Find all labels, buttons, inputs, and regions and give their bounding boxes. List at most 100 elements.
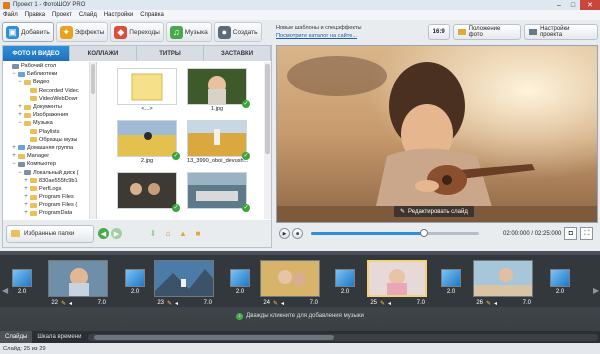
photo-position-button[interactable]: Положение фото (452, 24, 522, 40)
expand-icon[interactable]: + (11, 145, 17, 151)
forward-icon[interactable]: ▶ (111, 228, 122, 239)
expand-icon[interactable]: + (23, 210, 29, 216)
expand-icon[interactable]: + (23, 202, 29, 208)
slide-preview[interactable]: ✎ Редактировать слайд (276, 45, 598, 223)
menu-item-2[interactable]: Проект (52, 12, 72, 18)
scroll-left-icon[interactable]: ◀ (2, 286, 8, 296)
timeline-slide[interactable]: 25 ✎ ◂ 7.0 (367, 260, 427, 308)
collapse-icon[interactable]: − (17, 79, 23, 85)
minimize-icon[interactable]: – (552, 0, 566, 10)
tree-item[interactable]: VideoWebDowr (3, 95, 96, 103)
tool-tab-4[interactable]: ● Создать (213, 22, 262, 42)
tree-item[interactable]: + Manager (3, 152, 96, 160)
edit-icon[interactable]: ✎ (486, 300, 491, 307)
add-down-icon[interactable]: ⬇ (148, 229, 158, 239)
tool-tab-1[interactable]: ✦ Эффекты (55, 22, 109, 42)
tree-item[interactable]: + Program Files (3, 193, 96, 201)
menu-item-5[interactable]: Справка (140, 12, 164, 18)
menu-item-1[interactable]: Правка (25, 12, 45, 18)
edit-slide-button[interactable]: ✎ Редактировать слайд (394, 206, 474, 217)
file-thumb[interactable]: ✓ (187, 172, 250, 218)
edit-icon[interactable]: ✎ (61, 300, 66, 307)
menu-item-3[interactable]: Слайд (79, 12, 97, 18)
catalog-link[interactable]: Посмотрите каталог на сайте... (276, 32, 424, 40)
snapshot-icon[interactable]: ◘ (564, 227, 578, 240)
home-icon[interactable]: ⌂ (163, 229, 173, 239)
collapse-icon[interactable]: − (17, 120, 23, 126)
play-icon[interactable]: ▶ (279, 228, 290, 239)
menu-item-0[interactable]: Файл (3, 12, 18, 18)
tree-item[interactable]: − Музыка (3, 119, 96, 127)
transition-block[interactable]: 2.0 (12, 269, 32, 299)
tree-item[interactable]: + Изображения (3, 111, 96, 119)
playback-track[interactable] (311, 229, 479, 237)
tree-item[interactable]: − Видео (3, 78, 96, 86)
collapse-icon[interactable]: − (11, 161, 17, 167)
expand-icon[interactable]: + (23, 178, 29, 184)
edit-icon[interactable]: ✎ (167, 300, 172, 307)
expand-icon[interactable]: + (23, 194, 29, 200)
timeline-slide[interactable]: 23 ✎ ◂ 7.0 (154, 260, 214, 308)
tree-item[interactable]: − Компьютер (3, 160, 96, 168)
close-icon[interactable]: ✕ (580, 0, 600, 10)
timeline-tab-1[interactable]: Шкала времени (32, 331, 86, 343)
sound-icon[interactable]: ◂ (69, 300, 72, 307)
tool-tab-3[interactable]: ♫ Музыка (165, 22, 212, 42)
tool-tab-2[interactable]: ◆ Переходы (110, 22, 164, 42)
tree-item[interactable]: Образцы музы (3, 136, 96, 144)
expand-icon[interactable]: + (11, 153, 17, 159)
playback-knob[interactable] (419, 229, 428, 237)
file-thumb[interactable]: ✓ (117, 172, 180, 218)
folder-icon[interactable]: ■ (193, 229, 203, 239)
expand-icon[interactable]: + (23, 186, 29, 192)
maximize-icon[interactable]: □ (566, 0, 580, 10)
file-thumb[interactable]: <...> (117, 68, 177, 114)
sound-icon[interactable]: ◂ (175, 300, 178, 307)
expand-icon[interactable]: + (17, 104, 23, 110)
file-thumb[interactable]: ✓ 2.jpg (117, 120, 180, 166)
timeline-slide[interactable]: 26 ✎ ◂ 7.0 (473, 260, 533, 308)
sound-icon[interactable]: ◂ (388, 300, 391, 307)
tree-item[interactable]: Рабочий стол (3, 62, 96, 70)
tree-item[interactable]: + Program Files ( (3, 201, 96, 209)
timeline-tab-0[interactable]: Слайды (0, 331, 33, 343)
favorite-folders-button[interactable]: Избранные папки (6, 224, 94, 243)
folder-up-icon[interactable]: ▲ (178, 229, 188, 239)
subtab-3[interactable]: ЗАСТАВКИ (204, 46, 271, 61)
edit-icon[interactable]: ✎ (380, 300, 385, 307)
subtab-1[interactable]: КОЛЛАЖИ (70, 46, 137, 61)
tree-item[interactable]: + ProgramData (3, 209, 96, 217)
timeline-scrollbar[interactable] (88, 334, 598, 341)
scroll-right-icon[interactable]: ▶ (593, 286, 599, 296)
fullscreen-icon[interactable]: ⛶ (580, 227, 594, 240)
tree-item[interactable]: + PerfLogs (3, 185, 96, 193)
tree-item[interactable]: + Домашняя группа (3, 144, 96, 152)
transition-block[interactable]: 2.0 (230, 269, 250, 299)
tree-scrollbar[interactable] (89, 62, 96, 219)
transition-block[interactable]: 2.0 (550, 269, 570, 299)
stop-icon[interactable]: ■ (292, 228, 303, 239)
menu-item-4[interactable]: Настройки (104, 12, 133, 18)
file-thumb[interactable]: ✓ 1.jpg (187, 68, 250, 114)
expand-icon[interactable]: + (17, 112, 23, 118)
project-settings-button[interactable]: Настройки проекта (524, 24, 598, 40)
music-track[interactable]: ♪ Дважды кликните для добавления музыки (0, 311, 600, 321)
edit-icon[interactable]: ✎ (273, 300, 278, 307)
collapse-icon[interactable]: − (17, 170, 23, 176)
thumbs-scrollbar[interactable] (264, 62, 271, 219)
transition-block[interactable]: 2.0 (441, 269, 461, 299)
subtab-2[interactable]: ТИТРЫ (137, 46, 204, 61)
tree-item[interactable]: − Библиотеки (3, 70, 96, 78)
back-icon[interactable]: ◀ (98, 228, 109, 239)
transition-block[interactable]: 2.0 (125, 269, 145, 299)
tree-item[interactable]: − Локальный диск ( (3, 168, 96, 176)
tree-item[interactable]: +830ae555fc9b1 (3, 177, 96, 185)
tree-item[interactable]: + Документы (3, 103, 96, 111)
aspect-ratio-button[interactable]: 16:9 (427, 24, 450, 40)
transition-block[interactable]: 2.0 (335, 269, 355, 299)
collapse-icon[interactable]: − (11, 71, 17, 77)
timeline-slide[interactable]: 22 ✎ ◂ 7.0 (48, 260, 108, 308)
tree-item[interactable]: Playlists (3, 128, 96, 136)
tool-tab-0[interactable]: ▣ Добавить (2, 22, 54, 42)
subtab-0[interactable]: ФОТО И ВИДЕО (3, 46, 70, 61)
